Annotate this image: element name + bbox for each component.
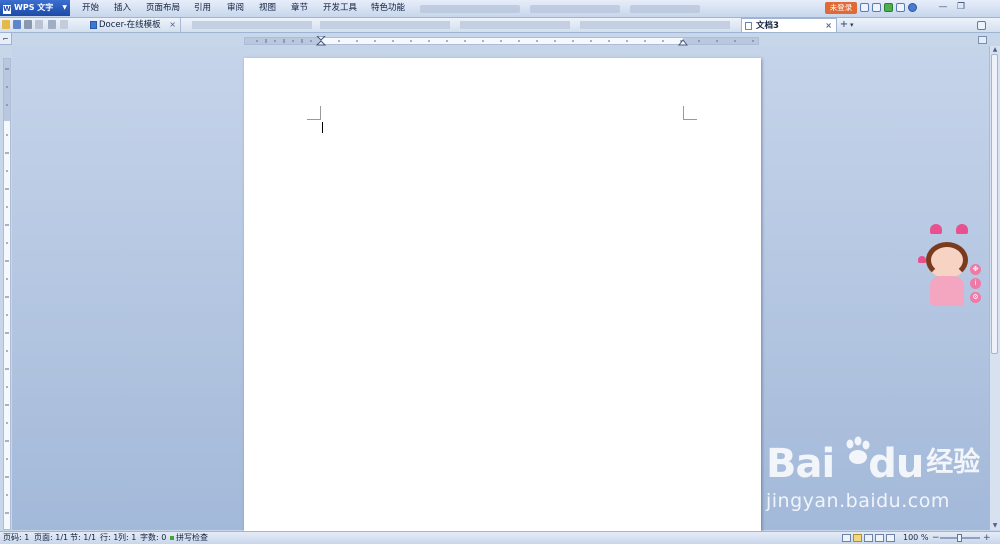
menu-special[interactable]: 特色功能 — [371, 0, 405, 17]
close-icon[interactable]: × — [825, 19, 832, 33]
web-view-icon[interactable] — [875, 534, 884, 542]
margin-corner-mark — [683, 106, 697, 120]
open-icon[interactable] — [2, 20, 10, 29]
blurred-tab — [460, 21, 570, 29]
mascot-body — [930, 276, 964, 306]
full-screen-icon[interactable] — [886, 534, 895, 542]
menu-review[interactable]: 审阅 — [227, 0, 244, 17]
document-icon[interactable] — [896, 3, 905, 12]
watermark-brand-suffix: du — [868, 441, 924, 487]
close-icon[interactable]: × — [169, 18, 176, 32]
status-page[interactable]: 页面: 1/1 — [34, 532, 68, 544]
menu-bar: W WPS 文字 ▼ 开始 插入 页面布局 引用 审阅 视图 章节 开发工具 特色… — [0, 0, 1000, 18]
tab-label: 文档3 — [756, 21, 779, 31]
zoom-level[interactable]: 100 % — [903, 532, 928, 544]
new-tab-button[interactable]: + — [838, 18, 850, 32]
status-line[interactable]: 行: 1 — [100, 532, 118, 544]
outline-view-icon[interactable] — [864, 534, 873, 542]
tab-list-dropdown[interactable]: ▾ — [850, 18, 854, 32]
chevron-down-icon: ▼ — [62, 4, 67, 11]
status-section[interactable]: 节: 1/1 — [70, 532, 96, 544]
status-column[interactable]: 列: 1 — [118, 532, 136, 544]
margin-corner-mark — [307, 106, 321, 120]
status-page-code[interactable]: 页码: 1 — [3, 532, 29, 544]
skin-icon[interactable] — [860, 3, 869, 12]
tshirt-icon[interactable] — [872, 3, 881, 12]
indent-marker-icon[interactable] — [316, 36, 326, 46]
menu-insert[interactable]: 插入 — [114, 0, 131, 17]
minimize-button[interactable]: — — [936, 1, 950, 13]
blurred-area — [420, 5, 520, 13]
shield-icon[interactable] — [884, 3, 893, 12]
scrollbar-thumb[interactable] — [991, 54, 998, 354]
save-icon[interactable] — [13, 20, 21, 29]
login-button[interactable]: 未登录 — [825, 2, 857, 14]
document-icon — [745, 22, 752, 30]
ruler-ticks — [5, 68, 9, 514]
scroll-up-icon[interactable]: ▲ — [990, 46, 1000, 54]
status-bar: 页码: 1 页面: 1/1 节: 1/1 行: 1 列: 1 字数: 0 拼写检… — [0, 531, 1000, 544]
status-word-count[interactable]: 字数: 0 — [140, 532, 166, 544]
mascot-face — [926, 242, 968, 278]
watermark-brand-cn: 经验 — [926, 447, 981, 478]
ruler-toggle-icon[interactable] — [978, 36, 987, 44]
blurred-tab — [320, 21, 450, 29]
heart-icon — [930, 224, 942, 234]
tab-label: Docer-在线模板 — [99, 20, 161, 30]
right-indent-marker-icon[interactable] — [678, 38, 688, 46]
vertical-scrollbar[interactable]: ▲ ▼ — [989, 46, 1000, 530]
tab-stop-selector[interactable]: ⌐ — [0, 33, 12, 45]
menu-page-layout[interactable]: 页面布局 — [146, 0, 180, 17]
menu-home[interactable]: 开始 — [82, 0, 99, 17]
blurred-tab — [192, 21, 312, 29]
zoom-slider-knob[interactable] — [957, 534, 962, 542]
app-menu-button[interactable]: W WPS 文字 ▼ — [0, 0, 70, 16]
wps-logo-icon: W — [3, 5, 11, 14]
help-icon[interactable] — [908, 3, 917, 12]
heart-icon — [918, 256, 926, 263]
menu-developer[interactable]: 开发工具 — [323, 0, 357, 17]
scroll-down-icon[interactable]: ▼ — [990, 522, 1000, 530]
docer-icon — [90, 21, 97, 29]
tab-strip: Docer-在线模板 × 文档3 × + ▾ — [0, 18, 1000, 33]
watermark-brand: Bai — [766, 441, 835, 487]
undo-icon[interactable] — [48, 20, 56, 29]
tile-windows-icon[interactable] — [977, 21, 986, 30]
page-view-icon[interactable] — [842, 534, 851, 542]
blurred-area — [630, 5, 700, 13]
assistant-widget[interactable]: ✥ i ⚙ — [918, 224, 981, 310]
vertical-ruler[interactable] — [3, 58, 11, 530]
baidu-jingyan-watermark: Bai du 经验 jingyan.baidu.com — [766, 440, 980, 512]
tab-document3[interactable]: 文档3 × — [741, 18, 837, 32]
reading-view-icon[interactable] — [853, 534, 862, 542]
zoom-in-button[interactable]: + — [983, 532, 991, 544]
blurred-area — [530, 5, 620, 13]
menu-view[interactable]: 视图 — [259, 0, 276, 17]
heart-icon — [956, 224, 968, 234]
spell-check-toggle[interactable]: 拼写检查 — [170, 532, 208, 544]
blurred-tab — [580, 21, 730, 29]
redo-icon[interactable] — [60, 20, 68, 29]
widget-settings-icon[interactable]: ⚙ — [970, 292, 981, 303]
menu-references[interactable]: 引用 — [194, 0, 211, 17]
text-cursor — [322, 122, 323, 133]
zoom-out-button[interactable]: − — [932, 532, 940, 544]
watermark-url: jingyan.baidu.com — [766, 490, 950, 512]
tab-docer-templates[interactable]: Docer-在线模板 × — [87, 18, 181, 32]
app-name: WPS 文字 — [14, 3, 54, 12]
widget-move-icon[interactable]: ✥ — [970, 264, 981, 275]
restore-button[interactable]: ❐ — [954, 1, 968, 13]
print-preview-icon[interactable] — [35, 20, 43, 29]
widget-info-icon[interactable]: i — [970, 278, 981, 289]
menu-chapter[interactable]: 章节 — [291, 0, 308, 17]
print-icon[interactable] — [24, 20, 32, 29]
